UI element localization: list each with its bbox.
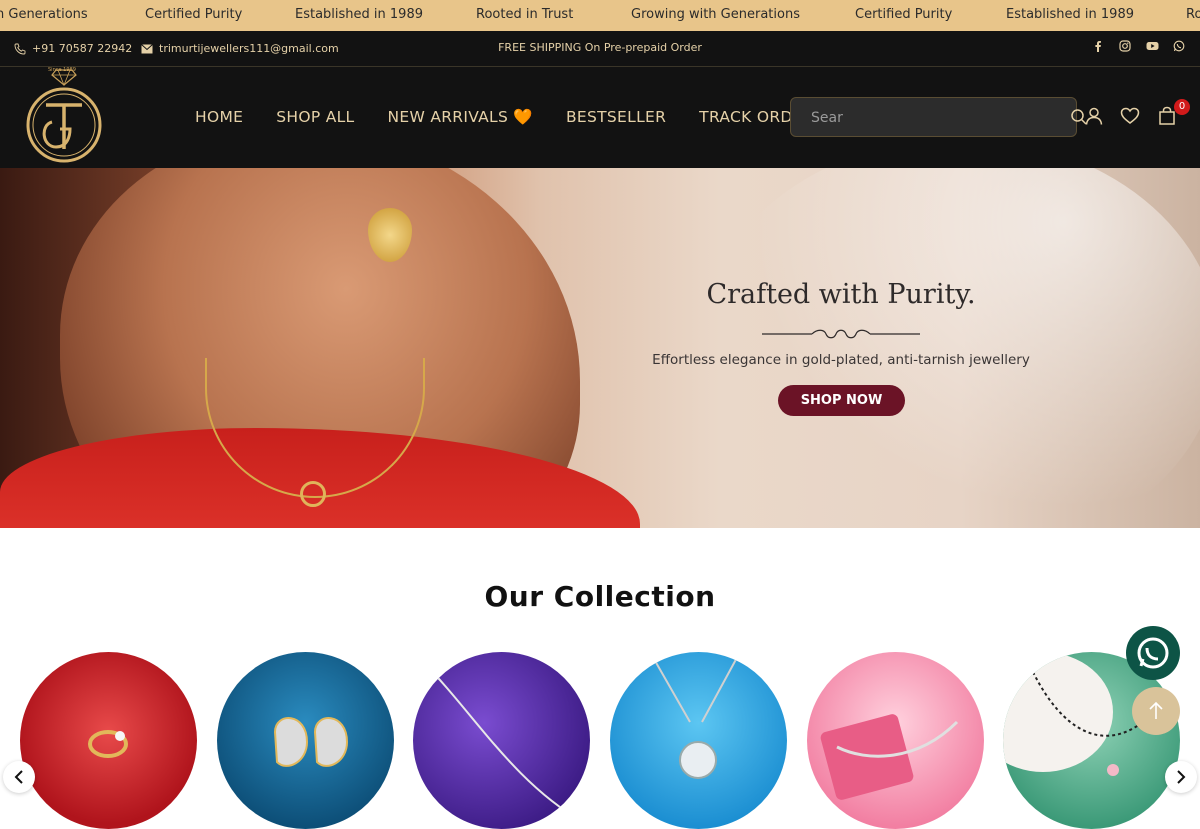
nav-bestseller[interactable]: BESTSELLER [566,108,666,126]
collection-item-ring[interactable] [20,652,197,829]
brand-logo[interactable] [22,67,106,168]
collection-title: Our Collection [484,580,716,613]
earrings-image [273,717,349,767]
pendant-image [649,652,741,779]
marquee-item: Established in 1989 [1006,7,1134,22]
marquee-item: n Generations [0,7,88,22]
carousel-prev-button[interactable] [3,761,35,793]
search-box [790,97,1087,137]
facebook-icon[interactable] [1091,40,1105,54]
contact-bar: +91 70587 22942 trimurtijewellers111@gma… [0,31,1200,67]
cart-count-badge: 0 [1174,99,1190,115]
logo-tagline: Since 1989 [48,67,76,73]
marquee-item: Ro [1186,7,1200,22]
marquee-item: Certified Purity [855,7,953,22]
main-nav: HOME SHOP ALL NEW ARRIVALS 🧡 BESTSELLER … [195,108,847,126]
hero-silk-background [700,168,1200,528]
whatsapp-icon[interactable] [1172,40,1186,54]
whatsapp-chat-button[interactable] [1126,626,1180,680]
carousel-next-button[interactable] [1165,761,1197,793]
marquee-item: Established in 1989 [295,7,423,22]
wishlist-icon[interactable] [1120,106,1140,126]
account-icon[interactable] [1084,106,1104,126]
arrow-up-icon [1149,701,1163,719]
nav-home[interactable]: HOME [195,108,243,126]
nav-new-arrivals[interactable]: NEW ARRIVALS 🧡 [387,108,532,126]
whatsapp-icon [1137,637,1169,669]
shipping-notice: FREE SHIPPING On Pre-prepaid Order [498,41,702,54]
marquee-item: Certified Purity [145,7,243,22]
hero-banner[interactable]: Crafted with Purity. Effortless elegance… [0,168,1200,528]
social-links [1091,40,1186,54]
marquee-item: Rooted in Trust [476,7,574,22]
site-header: Since 1989 HOME SHOP ALL NEW ARRIVALS 🧡 … [0,67,1200,168]
collection-item-pendant[interactable] [610,652,787,829]
collection-item-chain[interactable] [413,652,590,829]
chain-image [422,661,584,823]
bracelet-image [820,714,959,800]
chevron-right-icon [1177,770,1186,784]
collection-item-earrings[interactable] [217,652,394,829]
search-input[interactable] [811,108,1051,128]
marquee-item: Growing with Generations [631,7,800,22]
chevron-left-icon [14,770,23,784]
back-to-top-button[interactable] [1132,687,1180,735]
hero-subtitle: Effortless elegance in gold-plated, anti… [652,352,1030,368]
nav-shop-all[interactable]: SHOP ALL [276,108,354,126]
youtube-icon[interactable] [1145,40,1159,54]
ornament-divider-icon [762,329,920,339]
necklace-pendant [300,481,326,507]
announcement-marquee: n Generations Certified Purity Establish… [0,0,1200,31]
shop-now-button[interactable]: SHOP NOW [778,385,905,416]
instagram-icon[interactable] [1118,40,1132,54]
hero-title: Crafted with Purity. [706,279,976,310]
collection-item-bracelet[interactable] [807,652,984,829]
ring-image [88,730,128,758]
